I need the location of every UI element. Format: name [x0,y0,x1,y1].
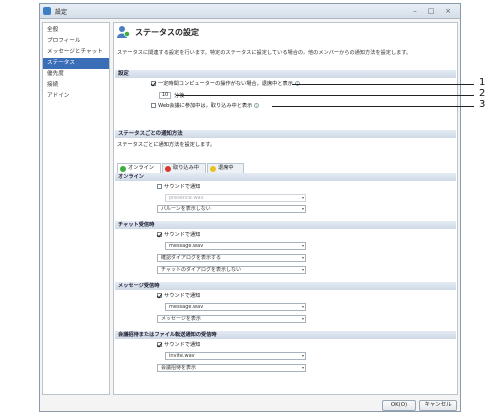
title-bar: 設定 – □ × [40,4,460,19]
chat-sound-option[interactable]: サウンドで通知 [157,232,200,239]
status-settings-panel: ステータスの設定 ステータスに関連する設定を行います。特定のステータスに設定して… [113,22,458,395]
message-header: メッセージ受信時 [115,282,456,290]
message-sound-label: サウンドで通知 [164,293,201,299]
maximize-icon[interactable]: □ [426,6,436,16]
message-popup-select[interactable]: メッセージを表示 ▾ [157,315,306,323]
close-icon[interactable]: × [443,6,453,16]
page-title: ステータスの設定 [135,28,199,37]
idle-away-checkbox[interactable] [151,81,156,86]
idle-away-label: 一定時間コンピューターの操作がない場合，退席中と表示 [158,81,293,87]
sidebar-item-connection[interactable]: 接続 [43,80,109,91]
chat-header: チャット受信時 [115,221,456,229]
sidebar-item-status[interactable]: ステータス [43,58,109,69]
online-sound-file-select[interactable]: presence.wav ▾ [165,194,306,202]
sidebar-item-priority[interactable]: 優先度 [43,69,109,80]
chat-dialog-select[interactable]: 確認ダイアログを表示する ▾ [157,254,306,262]
chat-sound-checkbox[interactable] [157,232,162,237]
sidebar-item-profile[interactable]: プロフィール [43,36,109,47]
section-notify: ステータスごとの通知方法 [115,130,456,138]
webconf-busy-option[interactable]: Web会議に参加中は，取り込み中と表示 i [151,103,260,110]
sidebar-item-general[interactable]: 全般 [43,25,109,36]
message-sound-option[interactable]: サウンドで通知 [157,293,200,300]
callout-3: 3 [479,99,486,110]
chat-sound-file-select[interactable]: message.wav ▾ [165,242,306,250]
callout-1: 1 [479,77,486,88]
online-popup-select[interactable]: バルーンを表示しない ▾ [157,205,306,213]
user-status-icon [117,26,130,38]
online-header: オンライン [115,173,456,181]
sidebar-item-addin[interactable]: アドイン [43,91,109,102]
idle-minutes-input[interactable]: 10 [159,92,171,99]
meeting-sound-file-select[interactable]: invite.wav ▾ [165,352,306,360]
sidebar: 全般 プロフィール メッセージとチャット ステータス 優先度 接続 アドイン [42,22,110,395]
callout-line-3 [272,106,474,107]
info-icon: i [254,103,260,108]
online-sound-checkbox[interactable] [157,184,162,189]
busy-status-icon [165,166,171,172]
tab-away[interactable]: 退席中 [207,163,244,173]
message-sound-checkbox[interactable] [157,293,162,298]
meeting-header: 会議招待またはファイル転送通知の受信時 [115,331,456,339]
tab-busy[interactable]: 取り込み中 [162,163,206,173]
meeting-sound-checkbox[interactable] [157,342,162,347]
chat-sound-label: サウンドで通知 [164,232,201,238]
away-status-icon [210,166,216,172]
window-title: 設定 [55,9,68,16]
cancel-button[interactable]: キャンセル [419,400,457,411]
meeting-sound-label: サウンドで通知 [164,342,201,348]
online-sound-option[interactable]: サウンドで通知 [157,184,200,191]
online-status-icon [120,166,126,172]
meeting-popup-select[interactable]: 会議招待を表示 ▾ [157,364,306,372]
ok-button[interactable]: OK(O) [382,400,416,411]
webconf-busy-checkbox[interactable] [151,103,156,108]
online-sound-label: サウンドで通知 [164,184,201,190]
callout-line-1 [292,84,474,85]
webconf-busy-label: Web会議に参加中は，取り込み中と表示 [158,103,253,109]
app-icon [43,7,51,15]
notify-description: ステータスごとに通知方法を設定します。 [117,142,216,148]
page-description: ステータスに関連する設定を行います。特定のステータスに設定している場合の，他のメ… [117,50,412,56]
meeting-sound-option[interactable]: サウンドで通知 [157,342,200,349]
sidebar-item-message-chat[interactable]: メッセージとチャット [43,47,109,58]
chat-dialog2-select[interactable]: チャットのダイアログを表示しない ▾ [157,266,306,274]
tab-online[interactable]: オンライン [117,163,161,173]
settings-window: 設定 – □ × 全般 プロフィール メッセージとチャット ステータス 優先度 … [39,3,461,412]
idle-minutes-row: 10 分後 [159,92,184,100]
callout-line-2 [176,95,474,96]
message-sound-file-select[interactable]: message.wav ▾ [165,303,306,311]
section-settings: 設定 [115,70,456,78]
callout-2: 2 [479,88,486,99]
minimize-icon[interactable]: – [410,6,420,16]
idle-minutes-unit: 分後 [174,93,185,99]
idle-away-option[interactable]: 一定時間コンピューターの操作がない場合，退席中と表示i [151,81,300,88]
